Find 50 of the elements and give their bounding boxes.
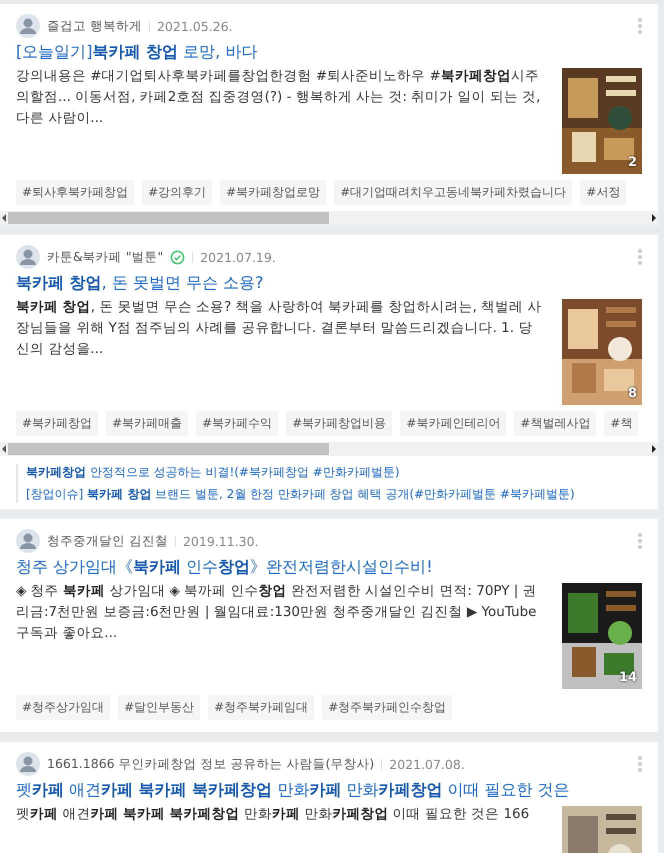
scrollbar[interactable] [0,211,658,225]
more-icon[interactable] [638,756,642,772]
avatar-icon[interactable] [16,14,40,38]
image-count: 2 [628,155,637,170]
post-title[interactable]: 청주 상가임대《북카페 인수창업》완전저렴한시설인수비! [16,555,642,579]
tag-chip[interactable]: #북카페매출 [106,411,188,436]
scroll-left-icon[interactable] [0,214,8,222]
tag-chip[interactable]: #서정 [580,180,626,205]
tag-chip[interactable]: #책벌레사업 [514,411,596,436]
avatar-icon[interactable] [16,752,40,776]
tag-chip[interactable]: #강의후기 [142,180,212,205]
scrollbar[interactable] [0,442,658,456]
post-title[interactable]: 북카페 창업, 돈 못벌면 무슨 소용? [16,271,642,295]
tag-chip[interactable]: #북카페창업로망 [220,180,326,205]
post-description: 북카페 창업, 돈 못벌면 무슨 소용? 책을 사랑하여 북카페를 창업하시려는, 책벌레 사장님들을 위해 Y점 점주님의 사례를 공유합니다. 결론부터 말씀드리겠습니다. 1. 당신의 감성을... [16,298,542,359]
avatar-icon[interactable] [16,529,40,553]
more-icon[interactable] [638,249,642,265]
related-post-link[interactable]: 북카페창업 안정적으로 성공하는 비결!(#북카페창업 #만화카페벌툰) [26,464,642,481]
scroll-right-icon[interactable] [650,214,658,222]
tag-chip[interactable]: #달인부동산 [118,695,200,720]
post-date: 2021.05.26. [156,18,233,34]
tag-chip[interactable]: #책 [604,411,638,436]
related-post-link[interactable]: [창업이슈] 북카페 창업 브랜드 벌툰, 2월 한정 만화카페 창업 혜택 공개(#만화카페벌툰 #북카페벌툰) [26,486,642,503]
tag-chip[interactable]: #청주북카페인수창업 [322,695,452,720]
avatar-icon[interactable] [16,245,40,269]
tag-chip[interactable]: #대기업때려치우고동네북카페차렸습니다 [334,180,572,205]
post-title[interactable]: [오늘일기]북카페 창업 로망, 바다 [16,40,642,64]
tag-chip[interactable]: #청주북카페임대 [208,695,314,720]
scroll-right-icon[interactable] [650,445,658,453]
post-date: 2021.07.19. [200,250,276,264]
more-icon[interactable] [638,533,642,549]
post-date: 2021.07.08. [389,756,465,772]
post-date: 2019.11.30. [182,534,259,548]
tag-chip[interactable]: #청주상가임대 [16,695,110,720]
post-description: 강의내용은 #대기업퇴사후북카페를창업한경험 #퇴사준비노하우 #북카페창업시주의할점... 이동서점, 카페2호점 집중경영(?) - 행복하게 사는 것: 취미가 일이 되는 것, 다른 사람이... [16,67,542,128]
tag-chip[interactable]: #북카페인테리어 [400,411,506,436]
post-description: ◈ 청주 북카페 상가임대 ◈ 북까페 인수창업 완전저렴한 시설인수비 면적: 70PY | 권리금:7천만원 보증금:6천만원 | 월임대료:130만원 청주중개달인 김진철 ▶ YouTube 구독과 좋아요... [16,582,538,643]
tag-chip[interactable]: #북카페창업비용 [286,411,392,436]
post-title[interactable]: 펫카페 애견카페 북카페 북카페창업 만화카페 만화카페창업 이때 필요한 것은 [16,778,642,802]
scroll-left-icon[interactable] [0,445,8,453]
author-name[interactable]: 카툰&북카페 "벌툰" [47,248,164,266]
image-count: 8 [628,386,637,401]
tag-chip[interactable]: #퇴사후북카페창업 [16,180,134,205]
post-description: 펫카페 애견카페 북카페 북카페창업 만화카페 만화카페창업 이때 필요한 것은 166 [16,805,530,824]
author-name[interactable]: 청주중개달인 김진철 [47,532,168,550]
more-icon[interactable] [638,18,642,34]
tag-chip[interactable]: #북카페창업 [16,411,98,436]
author-name[interactable]: 즐겁고 행복하게 [47,18,142,34]
tag-chip[interactable]: #북카페수익 [196,411,278,436]
author-name[interactable]: 1661.1866 무인카페창업 정보 공유하는 사람들(무창사) [47,756,374,772]
